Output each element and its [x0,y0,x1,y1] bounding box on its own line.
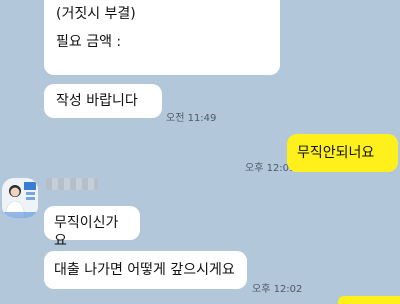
message-bubble-request: 작성 바랍니다 [44,84,162,118]
message-text: 작성 바랍니다 [56,93,138,109]
sender-name-blurred [46,178,98,190]
message-timestamp: 오전 11:49 [166,113,217,124]
message-text-line: 필요 금액 : [56,34,122,50]
message-text: 무직이신가요 [54,215,119,249]
message-bubble-jobless: 무직이신가요 [44,206,140,249]
message-timestamp: 오후 12:02 [252,284,303,295]
message-bubble-requirements: (거짓시 부결) 필요 금액 : [44,0,280,75]
message-text: 대출 나가면 어떻게 갚으시게요 [54,262,235,278]
message-bubble-outgoing-partial [338,296,400,304]
message-bubble-loan: 대출 나가면 어떻게 갚으시게요 [44,251,247,289]
profile-photo-icon [2,178,38,218]
message-text-line: (거짓시 부결) [56,6,136,22]
message-bubble-outgoing: 무직안되너요 [287,134,398,172]
message-text: 무직안되너요 [297,145,375,161]
avatar[interactable] [2,178,38,218]
